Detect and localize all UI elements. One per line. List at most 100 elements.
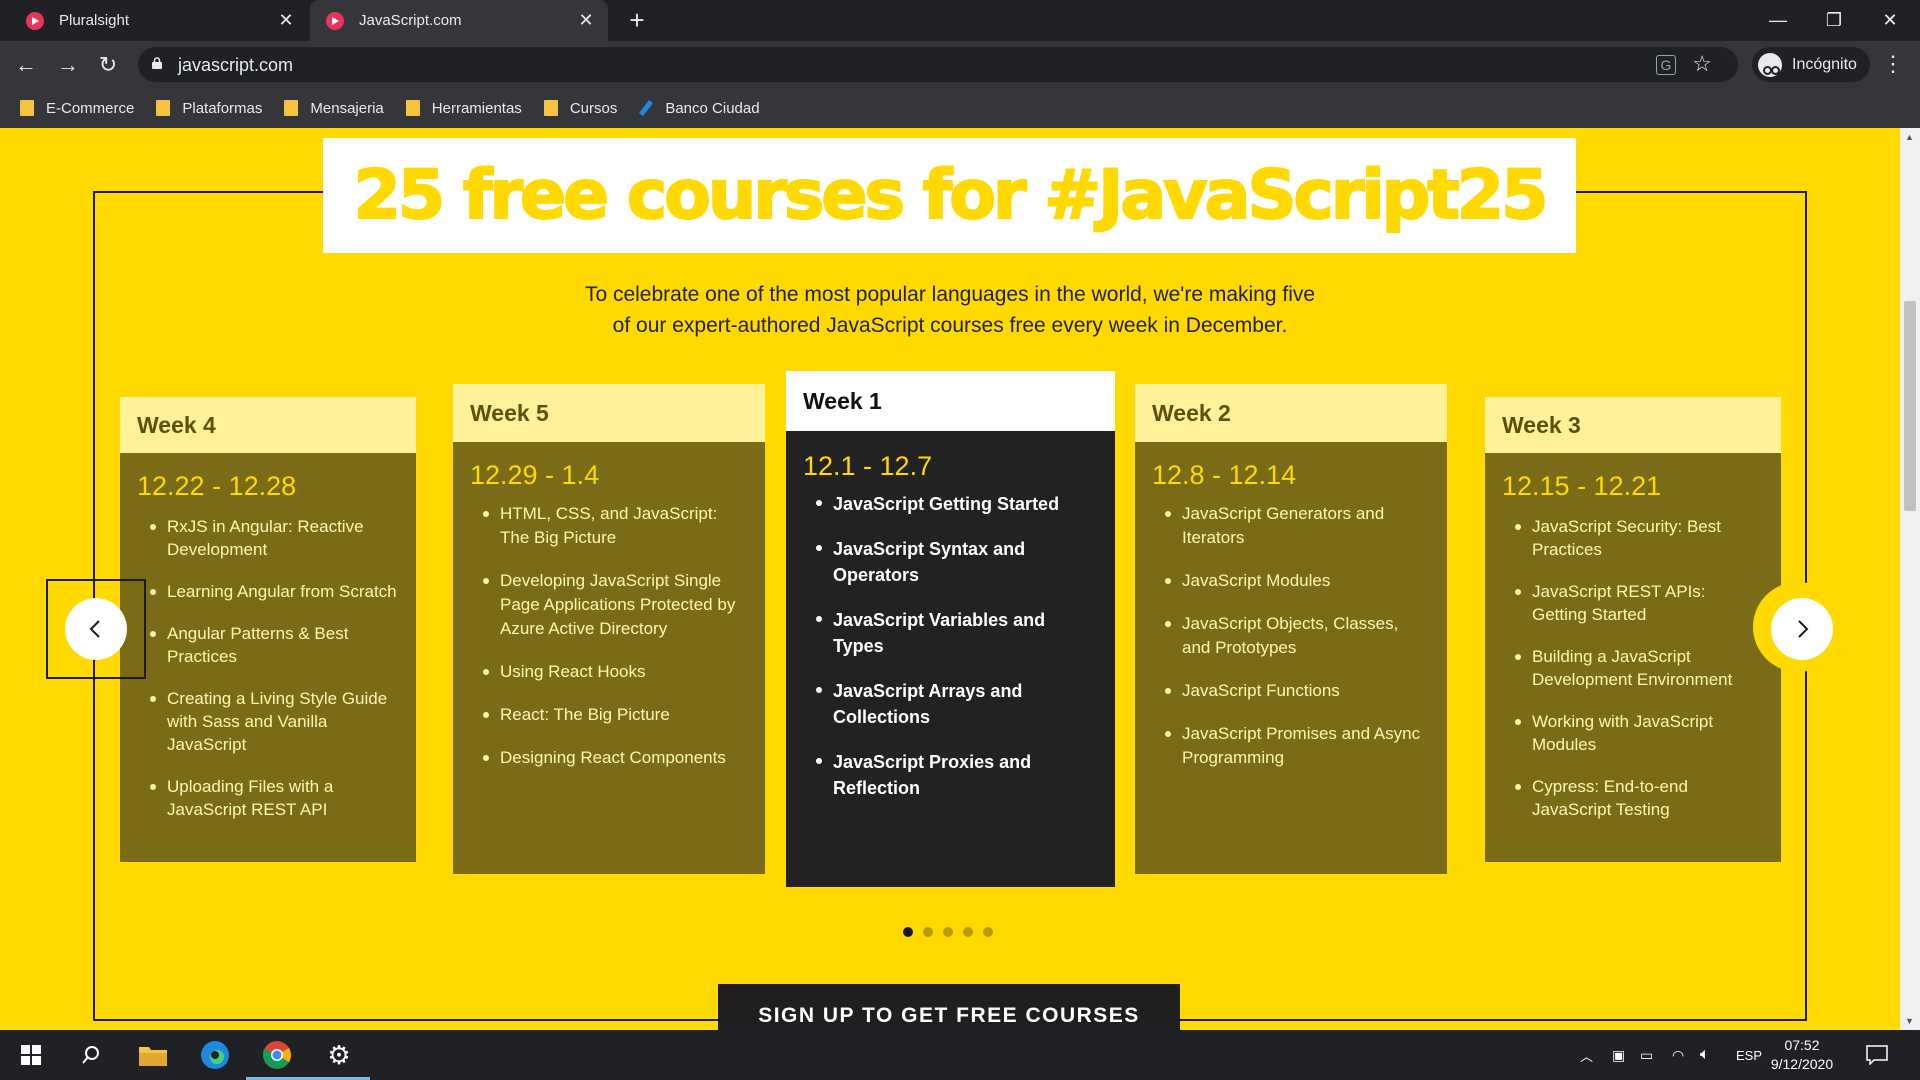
course-item: JavaScript Security: Best Practices [1515,515,1765,561]
chrome-menu-icon[interactable]: ⋮ [1882,51,1904,77]
week-card[interactable]: Week 4 12.22 - 12.28 RxJS in Angular: Re… [120,397,416,862]
bookmark-herramientas[interactable]: Herramientas [405,100,522,117]
course-item: JavaScript Variables and Types [816,607,1099,659]
tab-javascript[interactable]: JavaScript.com ✕ [310,0,608,41]
meet-now-icon[interactable]: ▣ [1612,1030,1625,1080]
week-card-active[interactable]: Week 1 12.1 - 12.7 JavaScript Getting St… [786,371,1115,887]
tab-title: Pluralsight [59,12,130,29]
course-item: Creating a Living Style Guide with Sass … [150,687,400,756]
translate-icon[interactable]: G [1656,55,1676,75]
intro-text: To celebrate one of the most popular lan… [450,279,1450,341]
folder-icon [139,1047,167,1066]
course-list: JavaScript Generators and Iterators Java… [1135,502,1447,770]
carousel-pagination [903,927,993,937]
close-tab-icon[interactable]: ✕ [272,10,300,31]
close-tab-icon[interactable]: ✕ [572,10,600,31]
course-item: JavaScript Arrays and Collections [816,678,1099,730]
system-clock[interactable]: 07:52 9/12/2020 [1762,1036,1842,1074]
windows-logo-icon [21,1045,41,1065]
start-button[interactable] [0,1030,62,1080]
carousel-next-button[interactable] [1771,598,1833,660]
week-dates: 12.1 - 12.7 [803,451,933,481]
new-tab-button[interactable]: + [622,6,652,36]
carousel-dot[interactable] [963,927,973,937]
chrome-icon [262,1041,291,1069]
url-text: javascript.com [178,55,294,75]
incognito-label: Incógnito [1792,55,1857,73]
tab-pluralsight[interactable]: Pluralsight ✕ [10,0,308,41]
bookmark-mensajeria[interactable]: Mensajeria [284,99,384,117]
bookmark-label: Mensajeria [310,99,384,117]
notifications-button[interactable] [1866,1030,1888,1080]
course-item: Developing JavaScript Single Page Applic… [483,569,749,641]
bookmark-star-icon[interactable]: ☆ [1692,51,1712,77]
carousel-dot[interactable] [983,927,993,937]
carousel-dot[interactable] [923,927,933,937]
signup-button[interactable]: SIGN UP TO GET FREE COURSES [718,984,1180,1030]
back-icon[interactable]: ← [10,49,42,81]
week-card[interactable]: Week 5 12.29 - 1.4 HTML, CSS, and JavaSc… [453,384,765,874]
course-item: Uploading Files with a JavaScript REST A… [150,775,400,821]
course-list: HTML, CSS, and JavaScript: The Big Pictu… [453,502,765,770]
course-item: JavaScript Promises and Async Programmin… [1165,722,1431,770]
week-dates: 12.15 - 12.21 [1502,471,1662,501]
forward-icon[interactable]: → [52,49,84,81]
input-language[interactable]: ESP [1736,1030,1762,1080]
edge-button[interactable] [184,1030,246,1080]
volume-icon[interactable]: 🔈︎ [1700,1030,1710,1080]
intro-line: To celebrate one of the most popular lan… [584,283,1316,306]
course-item: Building a JavaScript Development Enviro… [1515,645,1765,691]
reload-icon[interactable]: ↻ [92,49,124,81]
chrome-button[interactable] [246,1030,308,1080]
close-window-icon[interactable]: ✕ [1862,0,1918,41]
tray-chevron-icon[interactable]: ︿ [1580,1030,1593,1080]
carousel-dot[interactable] [943,927,953,937]
bookmark-plataformas[interactable]: Plataformas [156,100,262,117]
intro-line: of our expert-authored JavaScript course… [612,314,1288,337]
scrollbar-thumb[interactable] [1904,301,1916,511]
file-explorer-button[interactable] [122,1030,184,1080]
battery-icon[interactable]: ▭ [1640,1030,1653,1080]
bookmark-cursos[interactable]: Cursos [543,100,617,117]
course-item: JavaScript Objects, Classes, and Prototy… [1165,612,1431,660]
course-item: JavaScript Generators and Iterators [1165,502,1431,550]
course-item: JavaScript Functions [1165,679,1431,703]
tab-title: JavaScript.com [359,12,462,29]
bookmark-label: Plataformas [182,99,263,117]
search-button[interactable] [60,1030,122,1080]
week-dates: 12.22 - 12.28 [137,471,297,501]
bookmark-banco-ciudad[interactable]: Banco Ciudad [639,100,760,117]
edge-icon [201,1041,229,1069]
wifi-icon[interactable]: ◠ [1672,1030,1684,1080]
week-label: Week 3 [1485,397,1781,453]
week-label: Week 5 [453,384,765,442]
incognito-indicator[interactable]: Incógnito [1752,47,1870,82]
course-item: Cypress: End-to-end JavaScript Testing [1515,775,1765,821]
course-item: Working with JavaScript Modules [1515,710,1765,756]
scroll-down-icon[interactable]: ▼ [1905,1016,1914,1026]
bookmark-ecommerce[interactable]: E-Commerce [20,100,134,117]
minimize-icon[interactable]: — [1750,0,1806,41]
carousel-prev-button[interactable] [65,598,127,660]
page-scrollbar[interactable]: ▲ ▼ [1900,128,1920,1030]
restore-icon[interactable]: ❐ [1806,0,1862,41]
folder-icon [20,100,34,116]
course-list: RxJS in Angular: Reactive Development Le… [120,515,416,821]
course-item: JavaScript Proxies and Reflection [816,749,1099,801]
banco-ciudad-icon [639,100,654,116]
week-card[interactable]: Week 3 12.15 - 12.21 JavaScript Security… [1485,397,1781,862]
course-item: HTML, CSS, and JavaScript: The Big Pictu… [483,502,749,550]
course-item: JavaScript Syntax and Operators [816,536,1099,588]
course-item: Using React Hooks [483,660,749,684]
carousel-dot[interactable] [903,927,913,937]
week-card[interactable]: Week 2 12.8 - 12.14 JavaScript Generator… [1135,384,1447,874]
address-bar[interactable]: javascript.com G ☆ [138,47,1738,82]
notification-icon [1866,1045,1888,1065]
course-item: JavaScript Modules [1165,569,1431,593]
browser-tab-strip: Pluralsight ✕ JavaScript.com ✕ + — ❐ ✕ [0,0,1920,41]
gear-icon: ⚙ [327,1039,351,1070]
scroll-up-icon[interactable]: ▲ [1905,132,1914,142]
settings-button[interactable]: ⚙ [308,1030,370,1080]
course-item: Learning Angular from Scratch [150,580,400,603]
incognito-icon [1758,52,1782,77]
